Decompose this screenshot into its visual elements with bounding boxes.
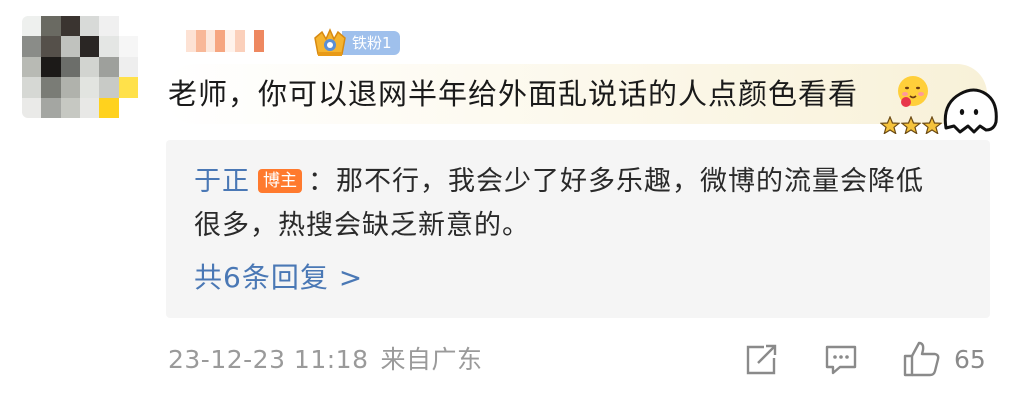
fan-badge-label: 铁粉1	[342, 31, 400, 55]
ghost-sticker-icon	[943, 88, 998, 134]
emoji-icon	[898, 76, 928, 107]
star-icon	[922, 116, 942, 134]
view-replies-link[interactable]: 共6条回复 >	[194, 258, 363, 298]
like-icon[interactable]	[902, 340, 942, 378]
reply-author[interactable]: 于正	[194, 166, 250, 197]
comment-meta: 23-12-23 11:18 来自广东	[168, 342, 483, 378]
reply-text-line2: 很多，热搜会缺乏新意的。	[194, 210, 530, 241]
fan-badge[interactable]: 铁粉1	[312, 28, 400, 57]
location: 来自广东	[380, 345, 483, 374]
like-count: 65	[954, 345, 986, 374]
rating-stars	[880, 116, 942, 134]
comment-icon[interactable]	[824, 344, 858, 376]
crown-icon	[314, 28, 346, 56]
star-icon	[880, 116, 900, 134]
share-icon[interactable]	[744, 344, 778, 376]
comment-text: 老师，你可以退网半年给外面乱说话的人点颜色看看	[168, 77, 859, 111]
star-icon	[901, 116, 921, 134]
username[interactable]	[186, 30, 264, 52]
reply-first-line: 于正 博主 ：那不行，我会少了好多乐趣，微博的流量会降低	[194, 162, 924, 202]
reply-text-line1: ：那不行，我会少了好多乐趣，微博的流量会降低	[308, 166, 924, 197]
avatar[interactable]	[22, 16, 138, 118]
timestamp: 23-12-23 11:18	[168, 345, 369, 374]
blogger-tag: 博主	[258, 168, 302, 193]
